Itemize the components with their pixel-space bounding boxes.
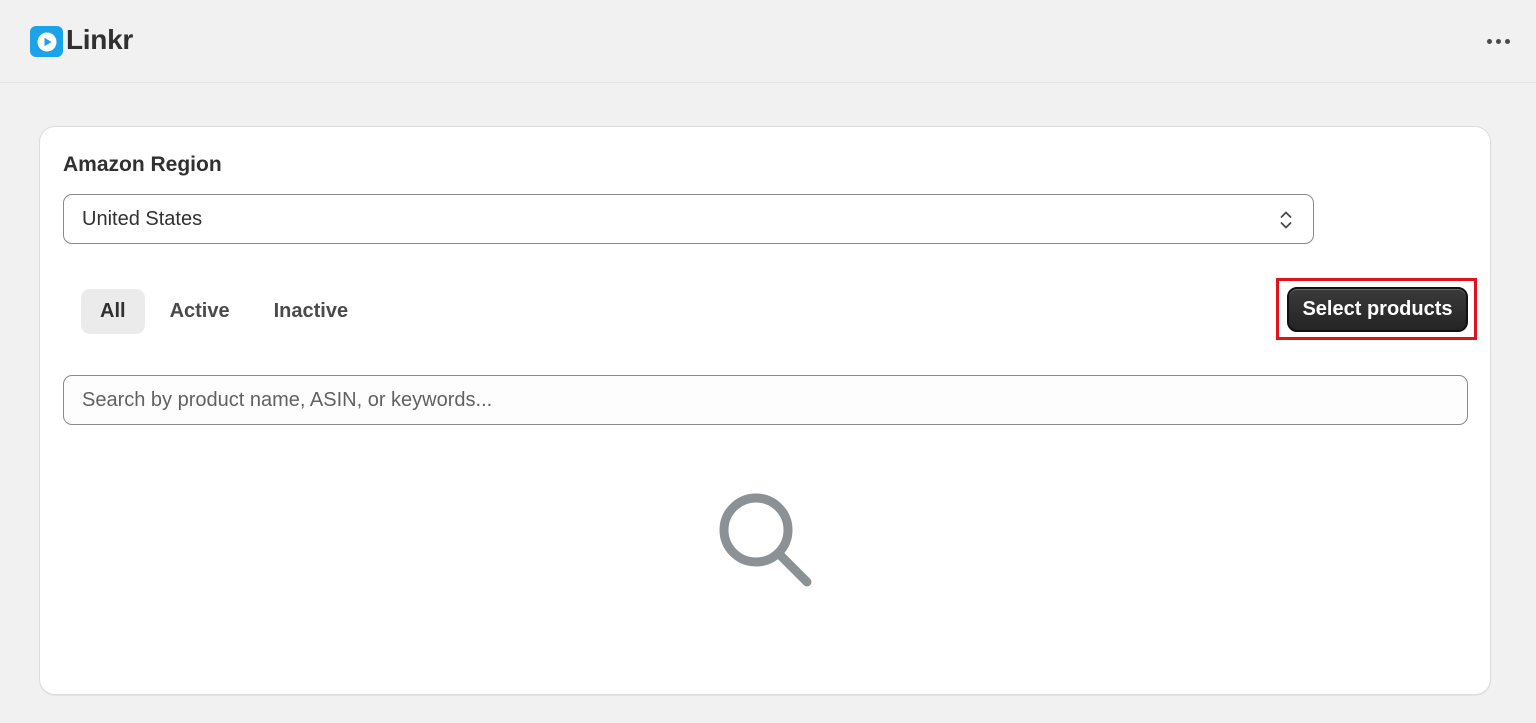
tab-active[interactable]: Active	[151, 289, 249, 334]
filter-tabs: All Active Inactive	[81, 289, 367, 334]
region-select[interactable]: United States	[63, 194, 1314, 244]
play-icon	[30, 26, 63, 57]
select-products-button[interactable]: Select products	[1287, 287, 1468, 332]
tab-all[interactable]: All	[81, 289, 145, 334]
search-icon	[719, 493, 812, 587]
chevron-up-down-icon	[1280, 211, 1292, 229]
region-label: Amazon Region	[63, 153, 222, 176]
more-options-button[interactable]	[1480, 28, 1516, 54]
tab-inactive[interactable]: Inactive	[255, 289, 367, 334]
app-title: Linkr	[66, 24, 133, 55]
more-horizontal-icon	[1486, 38, 1492, 44]
region-select-value: United States	[82, 208, 203, 230]
top-bar: Linkr	[0, 0, 1536, 83]
search-input[interactable]	[63, 375, 1468, 425]
products-card: Amazon Region United States All Active I…	[39, 126, 1491, 695]
